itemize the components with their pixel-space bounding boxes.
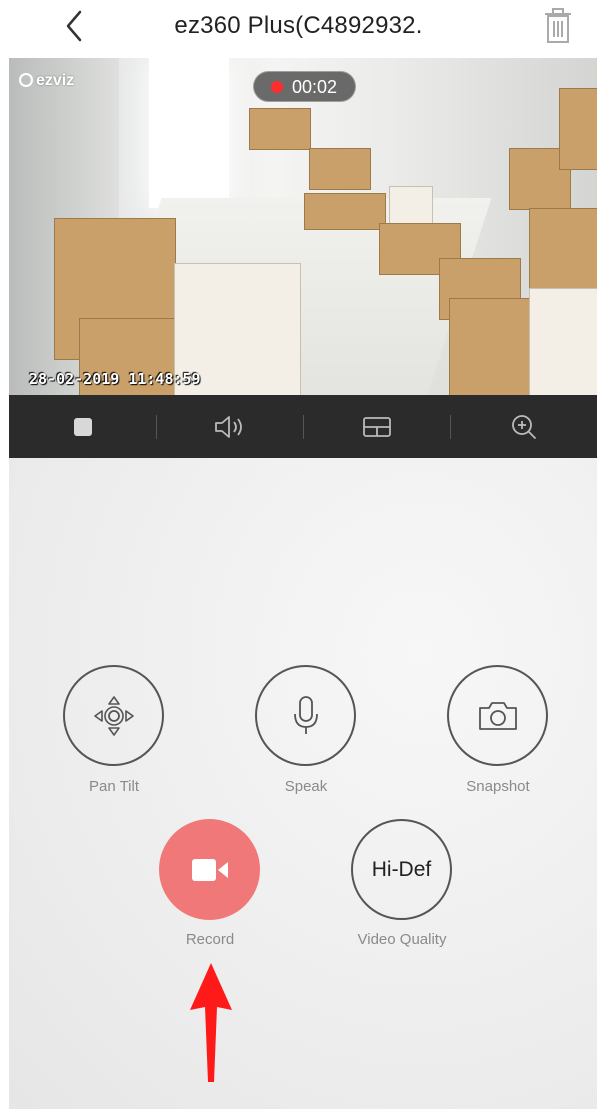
stop-icon [73, 417, 92, 436]
microphone-icon [293, 695, 318, 734]
speak-label: Speak [284, 778, 328, 795]
zoom-button[interactable] [450, 395, 597, 458]
speak-button[interactable] [255, 665, 356, 766]
recording-indicator: 00:02 [253, 71, 356, 102]
live-video-view[interactable]: ezviz 00:02 28-02-2019 11:48:59 [9, 58, 597, 395]
video-quality-value: Hi-Def [371, 857, 432, 881]
pan-tilt-label: Pan Tilt [88, 778, 140, 795]
video-scene-box [559, 88, 597, 170]
video-camera-icon [191, 858, 228, 881]
trash-icon [545, 8, 571, 43]
layout-icon [362, 416, 391, 437]
video-quality-button[interactable]: Hi-Def [351, 819, 452, 920]
video-toolbar [9, 395, 597, 458]
pan-tilt-icon [93, 695, 134, 736]
video-timestamp: 28-02-2019 11:48:59 [29, 370, 201, 388]
page-title: ez360 Plus(C4892932. [174, 12, 423, 39]
recording-dot-icon [271, 81, 283, 93]
record-label: Record [185, 931, 235, 948]
camera-icon [478, 701, 517, 730]
record-button[interactable] [159, 819, 260, 920]
video-scene-box [309, 148, 371, 190]
video-scene-box [304, 193, 386, 230]
stop-button[interactable] [9, 395, 156, 458]
video-scene-box [529, 288, 597, 395]
recording-time: 00:02 [292, 77, 338, 97]
annotation-arrow-icon [190, 963, 232, 1082]
video-scene-window [149, 58, 229, 208]
delete-button[interactable] [540, 6, 576, 46]
volume-icon [214, 415, 242, 438]
snapshot-button[interactable] [447, 665, 548, 766]
video-scene-box [449, 298, 541, 395]
top-bar: ez360 Plus(C4892932. [0, 0, 597, 58]
pan-tilt-button[interactable] [63, 665, 164, 766]
video-scene-box [249, 108, 311, 150]
video-quality-label: Video Quality [357, 931, 447, 948]
video-scene-microwave [389, 186, 433, 224]
ezviz-logo: ezviz [19, 72, 74, 90]
zoom-in-icon [511, 414, 536, 439]
video-scene-box [529, 208, 597, 290]
layout-button[interactable] [303, 395, 450, 458]
ezviz-logo-icon [19, 73, 33, 87]
volume-button[interactable] [156, 395, 303, 458]
snapshot-label: Snapshot [466, 778, 530, 795]
